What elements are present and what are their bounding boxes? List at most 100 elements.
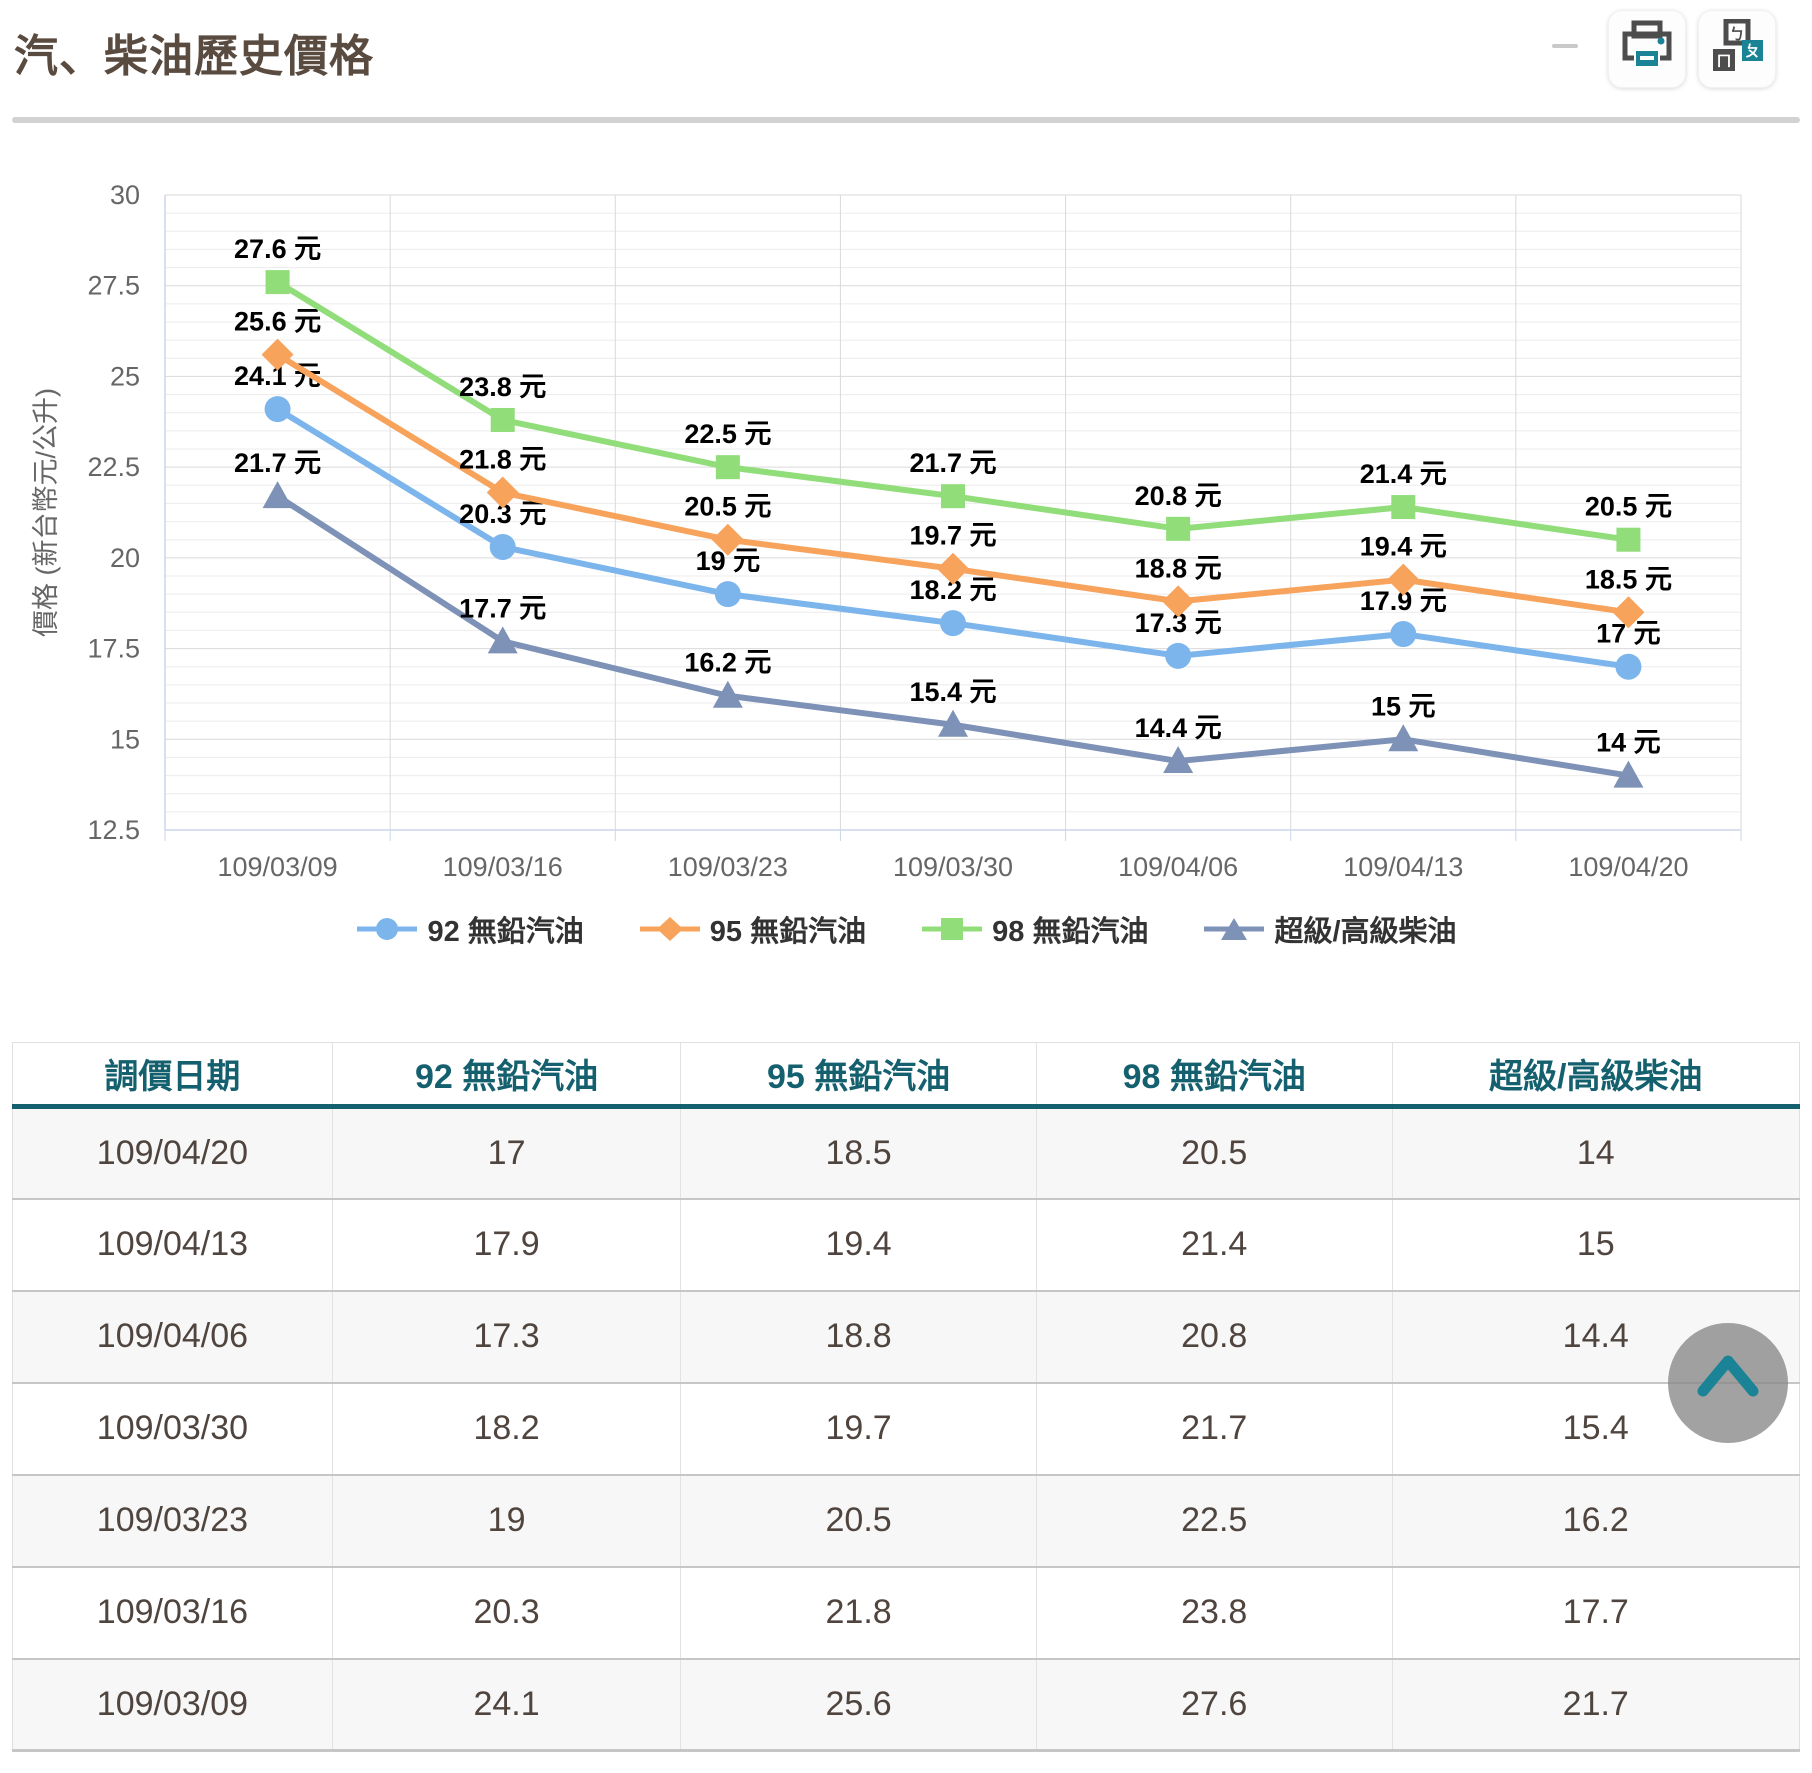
- x-axis-tick-label: 109/04/13: [1343, 852, 1463, 882]
- table-column-header: 98 無鉛汽油: [1036, 1043, 1392, 1107]
- data-point-marker: [1166, 517, 1190, 541]
- data-point-marker: [941, 484, 965, 508]
- y-axis-tick-label: 22.5: [87, 452, 140, 482]
- table-cell: 21.7: [1392, 1659, 1799, 1751]
- table-cell: 17.3: [332, 1291, 680, 1383]
- table-row: 109/03/0924.125.627.621.7: [13, 1659, 1800, 1751]
- price-table-header: 調價日期92 無鉛汽油95 無鉛汽油98 無鉛汽油超級/高級柴油: [13, 1043, 1800, 1107]
- x-axis-tick-label: 109/04/06: [1118, 852, 1238, 882]
- data-point-marker: [265, 396, 291, 422]
- table-cell: 20.8: [1036, 1291, 1392, 1383]
- data-point-label: 27.6 元: [234, 234, 321, 264]
- data-point-label: 14.4 元: [1135, 713, 1222, 743]
- table-row: 109/04/201718.520.514: [13, 1107, 1800, 1199]
- table-cell: 109/03/23: [13, 1475, 333, 1567]
- table-cell: 19.7: [681, 1383, 1037, 1475]
- table-cell: 23.8: [1036, 1567, 1392, 1659]
- table-cell: 18.8: [681, 1291, 1037, 1383]
- language-button[interactable]: ㄅ ㄆ ㄇ: [1698, 10, 1776, 88]
- y-axis-tick-label: 27.5: [87, 271, 140, 301]
- y-axis-tick-label: 12.5: [87, 815, 140, 845]
- table-cell: 20.5: [681, 1475, 1037, 1567]
- legend-label: 92 無鉛汽油: [427, 908, 583, 950]
- y-axis-tick-label: 25: [110, 361, 140, 391]
- table-cell: 17.9: [332, 1199, 680, 1291]
- y-axis-tick-label: 30: [110, 180, 140, 210]
- table-cell: 109/04/13: [13, 1199, 333, 1291]
- x-axis-tick-label: 109/04/20: [1568, 852, 1688, 882]
- table-column-header: 95 無鉛汽油: [681, 1043, 1037, 1107]
- y-axis-tick-label: 20: [110, 543, 140, 573]
- data-point-marker: [716, 455, 740, 479]
- data-point-label: 25.6 元: [234, 307, 321, 337]
- chart-canvas: 12.5 15 17.5 20 22.5 25 27.5 30 109/03/09 109/03/…: [0, 120, 1812, 910]
- table-row: 109/04/0617.318.820.814.4: [13, 1291, 1800, 1383]
- data-point-marker: [1391, 495, 1415, 519]
- x-axis-tick-label: 109/03/09: [218, 852, 338, 882]
- y-axis-tick-label: 15: [110, 724, 140, 754]
- table-cell: 25.6: [681, 1659, 1037, 1751]
- table-cell: 18.2: [332, 1383, 680, 1475]
- x-axis-tick-label: 109/03/23: [668, 852, 788, 882]
- table-cell: 17: [332, 1107, 680, 1199]
- data-point-marker: [715, 581, 741, 607]
- svg-text:ㄆ: ㄆ: [1745, 42, 1760, 60]
- data-point-label: 23.8 元: [459, 372, 546, 402]
- legend-marker-triangle-icon: [1202, 915, 1266, 943]
- table-cell: 24.1: [332, 1659, 680, 1751]
- x-axis-tick-label: 109/03/16: [443, 852, 563, 882]
- data-point-marker: [1165, 643, 1191, 669]
- table-cell: 16.2: [1392, 1475, 1799, 1567]
- table-cell: 14: [1392, 1107, 1799, 1199]
- bopomofo-translate-icon: ㄅ ㄆ ㄇ: [1709, 19, 1765, 80]
- data-point-label: 19.7 元: [909, 521, 996, 551]
- table-cell: 19: [332, 1475, 680, 1567]
- table-cell: 109/03/09: [13, 1659, 333, 1751]
- data-point-label: 22.5 元: [684, 419, 771, 449]
- print-button[interactable]: [1608, 10, 1686, 88]
- legend-label: 98 無鉛汽油: [992, 908, 1148, 950]
- price-table: 調價日期92 無鉛汽油95 無鉛汽油98 無鉛汽油超級/高級柴油 109/04/…: [12, 1042, 1800, 1752]
- table-column-header: 92 無鉛汽油: [332, 1043, 680, 1107]
- data-point-marker: [490, 534, 516, 560]
- table-cell: 21.4: [1036, 1199, 1392, 1291]
- table-column-header: 調價日期: [13, 1043, 333, 1107]
- data-point-marker: [940, 610, 966, 636]
- table-cell: 19.4: [681, 1199, 1037, 1291]
- data-point-marker: [1616, 528, 1640, 552]
- data-point-label: 19.4 元: [1360, 532, 1447, 562]
- x-axis-tick-label: 109/03/30: [893, 852, 1013, 882]
- data-point-label: 20.5 元: [1585, 492, 1672, 522]
- legend-item-1[interactable]: 95 無鉛汽油: [638, 908, 866, 950]
- legend-label: 95 無鉛汽油: [710, 908, 866, 950]
- data-point-marker: [266, 270, 290, 294]
- data-point-label: 17.7 元: [459, 593, 546, 623]
- table-row: 109/03/3018.219.721.715.4: [13, 1383, 1800, 1475]
- y-axis-tick-label: 17.5: [87, 634, 140, 664]
- table-row: 109/03/231920.522.516.2: [13, 1475, 1800, 1567]
- page-title: 汽、柴油歷史價格: [14, 20, 374, 84]
- data-point-label: 21.7 元: [909, 448, 996, 478]
- legend-marker-circle-icon: [355, 915, 419, 943]
- table-cell: 109/04/06: [13, 1291, 333, 1383]
- data-point-marker: [491, 408, 515, 432]
- data-point-label: 20.5 元: [684, 492, 771, 522]
- legend-label: 超級/高級柴油: [1274, 908, 1456, 950]
- data-point-label: 21.4 元: [1360, 459, 1447, 489]
- data-point-marker: [1615, 654, 1641, 680]
- legend-item-0[interactable]: 92 無鉛汽油: [355, 908, 583, 950]
- data-point-label: 18.5 元: [1585, 564, 1672, 594]
- legend-item-3[interactable]: 超級/高級柴油: [1202, 908, 1456, 950]
- chevron-up-icon: [1668, 1321, 1788, 1446]
- table-row: 109/04/1317.919.421.415: [13, 1199, 1800, 1291]
- back-to-top-button[interactable]: [1668, 1323, 1788, 1443]
- data-point-label: 21.8 元: [459, 445, 546, 475]
- table-cell: 21.7: [1036, 1383, 1392, 1475]
- svg-text:ㄇ: ㄇ: [1716, 52, 1731, 70]
- data-point-label: 15.4 元: [909, 677, 996, 707]
- data-point-label: 15 元: [1371, 691, 1436, 721]
- table-cell: 17.7: [1392, 1567, 1799, 1659]
- table-cell: 20.5: [1036, 1107, 1392, 1199]
- legend-item-2[interactable]: 98 無鉛汽油: [920, 908, 1148, 950]
- price-history-chart: 12.5 15 17.5 20 22.5 25 27.5 30 109/03/09 109/03/…: [0, 120, 1812, 910]
